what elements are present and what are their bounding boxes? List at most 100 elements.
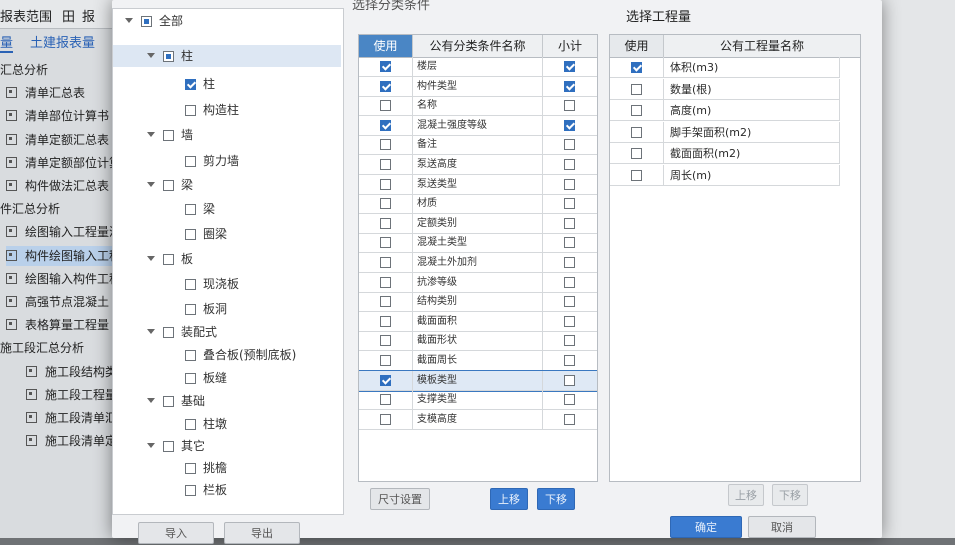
classification-row[interactable]: 模板类型 bbox=[359, 369, 597, 392]
use-cell[interactable] bbox=[359, 370, 413, 390]
subtotal-cell[interactable] bbox=[543, 57, 597, 76]
subtotal-cell[interactable] bbox=[543, 371, 597, 390]
subtotal-checkbox[interactable] bbox=[564, 276, 575, 288]
quantity-use-cell[interactable] bbox=[610, 121, 664, 143]
use-cell[interactable] bbox=[359, 57, 413, 76]
quantity-row[interactable]: 脚手架面积(m2) bbox=[610, 121, 860, 143]
quantity-use-checkbox[interactable] bbox=[630, 126, 642, 138]
classification-move-down-button[interactable]: 下移 bbox=[537, 488, 575, 510]
quantity-use-cell[interactable] bbox=[610, 78, 664, 100]
subtotal-checkbox[interactable] bbox=[564, 355, 575, 366]
size-settings-button[interactable]: 尺寸设置 bbox=[370, 488, 430, 510]
report-group-label[interactable]: 施工段汇总分析 bbox=[0, 338, 84, 358]
subtotal-checkbox[interactable] bbox=[564, 100, 575, 112]
expand-arrow-icon[interactable] bbox=[147, 398, 155, 403]
use-column-header[interactable]: 使用 bbox=[359, 35, 413, 57]
subtotal-cell[interactable] bbox=[543, 312, 597, 331]
subtotal-cell[interactable] bbox=[543, 77, 597, 96]
use-cell[interactable] bbox=[359, 292, 413, 312]
use-cell[interactable] bbox=[359, 409, 413, 429]
tree-node[interactable]: 板 bbox=[147, 248, 193, 270]
use-cell[interactable] bbox=[359, 96, 413, 116]
use-checkbox[interactable] bbox=[379, 198, 391, 210]
use-cell[interactable] bbox=[359, 194, 413, 214]
quantity-row[interactable]: 体积(m3) bbox=[610, 57, 860, 78]
subtotal-cell[interactable] bbox=[543, 351, 597, 370]
classification-row[interactable]: 抗渗等级 bbox=[359, 272, 597, 293]
quantity-name-column-header[interactable]: 公有工程量名称 bbox=[664, 35, 860, 57]
report-range-label[interactable]: 报表范围 bbox=[0, 6, 52, 25]
use-cell[interactable] bbox=[359, 76, 413, 96]
use-cell[interactable] bbox=[359, 233, 413, 253]
tree-checkbox[interactable] bbox=[163, 441, 174, 452]
classification-row[interactable]: 截面面积 bbox=[359, 311, 597, 332]
tree-node[interactable]: 其它 bbox=[147, 435, 205, 457]
use-cell[interactable] bbox=[359, 213, 413, 233]
name-column-header[interactable]: 公有分类条件名称 bbox=[413, 35, 543, 57]
tab-quantity[interactable]: 量 bbox=[0, 32, 14, 53]
classification-row[interactable]: 定额类别 bbox=[359, 213, 597, 234]
tab-civil-report[interactable]: 土建报表量 bbox=[30, 32, 95, 51]
subtotal-cell[interactable] bbox=[543, 410, 597, 429]
tree-checkbox[interactable] bbox=[163, 130, 174, 141]
use-checkbox[interactable] bbox=[379, 237, 391, 249]
classification-row[interactable]: 泵送类型 bbox=[359, 174, 597, 195]
subtotal-cell[interactable] bbox=[543, 96, 597, 115]
use-cell[interactable] bbox=[359, 311, 413, 331]
report-group-label[interactable]: 件汇总分析 bbox=[0, 199, 60, 219]
classification-row[interactable]: 截面形状 bbox=[359, 331, 597, 352]
quantity-use-checkbox[interactable] bbox=[630, 169, 642, 181]
quantity-use-cell[interactable] bbox=[610, 164, 664, 186]
subtotal-cell[interactable] bbox=[543, 253, 597, 272]
use-cell[interactable] bbox=[359, 174, 413, 194]
export-button[interactable]: 导出 bbox=[224, 522, 300, 544]
classification-row[interactable]: 支撑类型 bbox=[359, 390, 597, 411]
tree-node[interactable]: 柱墩 bbox=[185, 413, 227, 435]
quantity-use-checkbox[interactable] bbox=[630, 83, 642, 95]
quantity-move-up-button[interactable]: 上移 bbox=[728, 484, 764, 506]
use-checkbox[interactable] bbox=[379, 374, 391, 386]
subtotal-cell[interactable] bbox=[543, 116, 597, 135]
subtotal-cell[interactable] bbox=[543, 194, 597, 213]
subtotal-checkbox[interactable] bbox=[564, 394, 575, 406]
classification-row[interactable]: 结构类别 bbox=[359, 292, 597, 313]
subtotal-cell[interactable] bbox=[543, 292, 597, 311]
use-checkbox[interactable] bbox=[379, 296, 391, 308]
tree-node[interactable]: 基础 bbox=[147, 390, 205, 412]
subtotal-checkbox[interactable] bbox=[564, 139, 575, 151]
report-list-item[interactable]: 清单定额汇总表 bbox=[6, 130, 109, 150]
use-checkbox[interactable] bbox=[379, 257, 391, 268]
use-checkbox[interactable] bbox=[379, 335, 391, 347]
use-cell[interactable] bbox=[359, 390, 413, 410]
subtotal-checkbox[interactable] bbox=[564, 296, 575, 308]
tree-node[interactable]: 栏板 bbox=[185, 479, 227, 501]
use-checkbox[interactable] bbox=[379, 100, 391, 112]
use-checkbox[interactable] bbox=[379, 178, 391, 190]
quantity-use-cell[interactable] bbox=[610, 57, 664, 78]
subtotal-cell[interactable] bbox=[543, 175, 597, 194]
tree-node[interactable]: 剪力墙 bbox=[185, 150, 239, 172]
expand-arrow-icon[interactable] bbox=[147, 53, 155, 58]
use-checkbox[interactable] bbox=[379, 61, 391, 72]
tree-checkbox[interactable] bbox=[163, 180, 174, 191]
tree-checkbox[interactable] bbox=[185, 105, 196, 116]
tree-node[interactable]: 全部 bbox=[125, 10, 183, 32]
quantity-row[interactable]: 周长(m) bbox=[610, 164, 860, 186]
report-list-item[interactable]: 构件做法汇总表 bbox=[6, 176, 109, 196]
quantity-use-checkbox[interactable] bbox=[630, 148, 642, 159]
subtotal-checkbox[interactable] bbox=[564, 257, 575, 268]
use-checkbox[interactable] bbox=[379, 355, 391, 366]
use-checkbox[interactable] bbox=[379, 276, 391, 288]
quantity-use-checkbox[interactable] bbox=[630, 62, 642, 73]
tree-checkbox[interactable] bbox=[185, 156, 196, 167]
subtotal-checkbox[interactable] bbox=[564, 335, 575, 347]
report-list-item[interactable]: 清单部位计算书 bbox=[6, 106, 109, 126]
use-checkbox[interactable] bbox=[379, 394, 391, 406]
classification-row[interactable]: 混凝土外加剂 bbox=[359, 253, 597, 273]
subtotal-checkbox[interactable] bbox=[564, 178, 575, 190]
tree-node[interactable]: 圈梁 bbox=[185, 223, 227, 245]
quantity-use-cell[interactable] bbox=[610, 143, 664, 164]
use-checkbox[interactable] bbox=[379, 80, 391, 92]
use-checkbox[interactable] bbox=[379, 315, 391, 327]
cancel-button[interactable]: 取消 bbox=[748, 516, 816, 538]
